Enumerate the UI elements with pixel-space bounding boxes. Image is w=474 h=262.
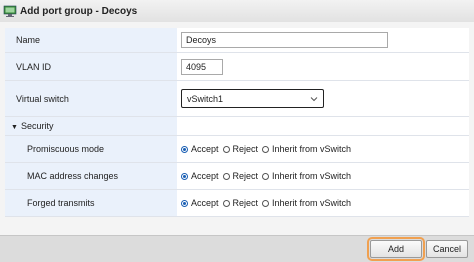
radio-selected-icon	[181, 172, 188, 180]
promiscuous-row: Promiscuous mode Accept Reject Inherit f…	[5, 135, 469, 163]
radio-empty-icon	[222, 199, 230, 207]
security-label: Security	[20, 121, 54, 131]
name-label: Name	[5, 28, 177, 53]
chevron-down-icon	[310, 96, 318, 101]
mac-reject-radio[interactable]: Reject	[222, 171, 258, 181]
radio-empty-icon	[222, 172, 230, 180]
virtual-switch-select[interactable]: vSwitch1	[181, 89, 324, 108]
forged-accept-radio[interactable]: Accept	[181, 198, 219, 208]
radio-empty-icon	[262, 145, 270, 153]
promiscuous-accept-radio[interactable]: Accept	[181, 144, 219, 154]
dialog-footer: Add Cancel	[0, 235, 474, 262]
virtual-switch-label: Virtual switch	[5, 80, 177, 117]
name-input[interactable]: Decoys	[181, 32, 388, 48]
add-button[interactable]: Add	[367, 237, 425, 261]
vlan-row: VLAN ID 4095	[5, 52, 469, 81]
name-row: Name Decoys	[5, 28, 469, 53]
mac-accept-radio[interactable]: Accept	[181, 171, 219, 181]
vlan-id-label: VLAN ID	[5, 52, 177, 81]
forged-transmits-row: Forged transmits Accept Reject Inherit f…	[5, 189, 469, 217]
vlan-id-input[interactable]: 4095	[181, 58, 223, 75]
security-section-row: ▼ Security	[5, 116, 469, 136]
forged-reject-radio[interactable]: Reject	[222, 198, 258, 208]
forged-transmits-label: Forged transmits	[5, 189, 177, 217]
cancel-button[interactable]: Cancel	[426, 240, 468, 258]
port-group-form: Name Decoys VLAN ID 4095 Virtual switch …	[5, 28, 469, 217]
radio-empty-icon	[262, 199, 270, 207]
dialog-title: Add port group - Decoys	[20, 5, 138, 17]
mac-changes-row: MAC address changes Accept Reject Inheri…	[5, 162, 469, 190]
promiscuous-mode-radios: Accept Reject Inherit from vSwitch	[181, 144, 469, 154]
radio-empty-icon	[222, 145, 230, 153]
promiscuous-mode-label: Promiscuous mode	[5, 135, 177, 163]
virtual-switch-value: vSwitch1	[187, 93, 224, 104]
virtual-switch-row: Virtual switch vSwitch1	[5, 80, 469, 117]
security-toggle[interactable]: ▼ Security	[5, 116, 177, 136]
forged-inherit-radio[interactable]: Inherit from vSwitch	[262, 198, 351, 208]
radio-selected-icon	[181, 199, 188, 207]
forged-transmits-radios: Accept Reject Inherit from vSwitch	[181, 198, 469, 208]
caret-down-icon: ▼	[11, 124, 18, 131]
title-bar: Add port group - Decoys	[0, 0, 474, 23]
network-icon	[3, 5, 17, 17]
radio-selected-icon	[181, 145, 188, 153]
radio-empty-icon	[262, 172, 270, 180]
form-panel: Name Decoys VLAN ID 4095 Virtual switch …	[0, 22, 474, 235]
mac-address-changes-label: MAC address changes	[5, 162, 177, 190]
mac-inherit-radio[interactable]: Inherit from vSwitch	[262, 171, 351, 181]
promiscuous-inherit-radio[interactable]: Inherit from vSwitch	[262, 144, 351, 154]
mac-changes-radios: Accept Reject Inherit from vSwitch	[181, 171, 469, 181]
promiscuous-reject-radio[interactable]: Reject	[222, 144, 258, 154]
